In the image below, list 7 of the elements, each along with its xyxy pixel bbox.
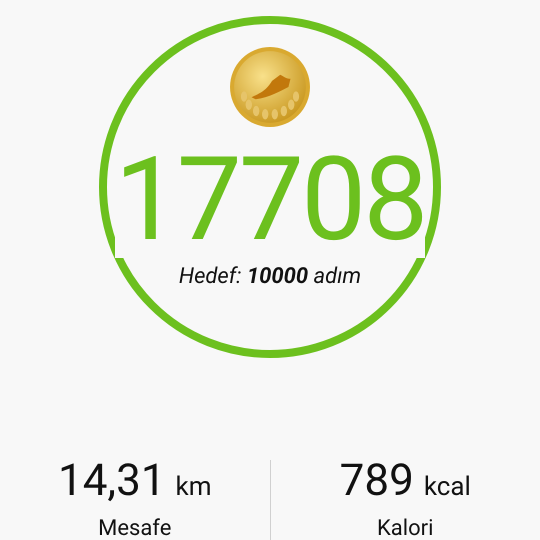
stat-unit: km xyxy=(176,474,212,500)
goal-text: Hedef: 10000 adım xyxy=(178,263,362,291)
stat-label: Kalori xyxy=(377,515,434,540)
stat-value: 14,31 xyxy=(58,458,166,502)
stat-value: 789 xyxy=(340,458,414,502)
stat-unit: kcal xyxy=(424,474,471,500)
stat-label: Mesafe xyxy=(98,515,172,540)
